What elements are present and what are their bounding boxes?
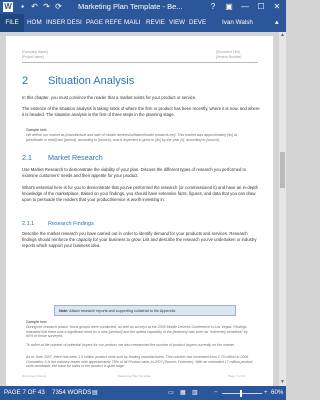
window-title: Marketing Plan Template - Be... bbox=[78, 2, 183, 11]
book-check-icon[interactable]: ▤ bbox=[92, 388, 98, 398]
sample-text-label: Sample text bbox=[26, 127, 47, 132]
help-button[interactable]: ? bbox=[206, 1, 220, 13]
page-count[interactable]: PAGE 7 OF 43 bbox=[4, 388, 45, 398]
tab-mailings[interactable]: MAILI bbox=[124, 17, 140, 29]
zoom-slider[interactable] bbox=[222, 393, 262, 394]
undo-icon[interactable]: ↶ bbox=[30, 2, 39, 12]
tab-developer[interactable]: DEVE bbox=[189, 17, 206, 29]
tab-insert[interactable]: INSER bbox=[46, 17, 65, 29]
sample-text-paragraph: We define our market as [manufacture and… bbox=[26, 133, 237, 142]
scrollbar-thumb[interactable] bbox=[280, 152, 285, 188]
header-version-number: [Version Number] bbox=[216, 55, 242, 59]
ribbon-display-options-button[interactable]: ▣ bbox=[222, 1, 236, 13]
note-callout: Note: Attach research reports and suppor… bbox=[54, 305, 236, 316]
zoom-slider-knob[interactable] bbox=[240, 390, 242, 397]
word-count[interactable]: 7354 WORDS bbox=[52, 388, 91, 398]
zoom-level[interactable]: 60% bbox=[271, 388, 283, 398]
footer-document-name: [Document Name] bbox=[22, 374, 47, 378]
research-findings-paragraph: Describe the market research you have ca… bbox=[22, 231, 257, 248]
subsubsection-title: Research Findings bbox=[48, 221, 94, 227]
web-layout-icon[interactable]: ▥ bbox=[192, 388, 198, 398]
collapse-ribbon-icon[interactable]: ▴ bbox=[275, 17, 279, 29]
section-heading: 2 Situation Analysis bbox=[22, 74, 134, 88]
zoom-in-button[interactable]: + bbox=[264, 388, 268, 398]
tab-home[interactable]: HOM bbox=[27, 17, 42, 29]
print-layout-icon[interactable]: ▦ bbox=[180, 388, 186, 398]
section-number: 2 bbox=[22, 75, 29, 87]
sample-paragraph-potential-buyers: To arrive at the number of potential buy… bbox=[26, 343, 235, 347]
scroll-down-icon[interactable]: ▼ bbox=[279, 379, 286, 386]
maximize-button[interactable]: ☐ bbox=[254, 1, 268, 13]
tab-file[interactable]: FILE bbox=[0, 14, 24, 32]
note-text: Note: Attach research reports and suppor… bbox=[59, 308, 176, 314]
read-mode-icon[interactable]: ▭ bbox=[168, 388, 174, 398]
header-project-name: [Project Name] bbox=[22, 55, 44, 59]
word-app-icon[interactable]: W bbox=[3, 2, 13, 12]
subsubsection-heading-research-findings: 2.1.1 Research Findings bbox=[22, 220, 94, 228]
tab-design[interactable]: DESI bbox=[67, 17, 82, 29]
document-workspace: [Company Name] [Project Name] [Document … bbox=[0, 32, 279, 386]
footer-center-text: Marketing Plan Template bbox=[118, 374, 151, 378]
scroll-up-icon[interactable]: ▲ bbox=[279, 32, 286, 39]
title-bar: W ▪ ↶ ↷ ⟳ Marketing Plan Template - Be..… bbox=[0, 0, 286, 14]
zoom-out-button[interactable]: − bbox=[214, 388, 218, 398]
sample-paragraph-focus-groups: During the research phase, focus groups … bbox=[26, 325, 248, 339]
document-page[interactable]: [Company Name] [Project Name] [Document … bbox=[6, 36, 273, 386]
refresh-icon[interactable]: ⟳ bbox=[54, 2, 63, 12]
status-bar: PAGE 7 OF 43 7354 WORDS ▤ ▭ ▦ ▥ − + 60% bbox=[0, 386, 286, 400]
essence-paragraph: The essence of the situation analysis is… bbox=[22, 106, 260, 117]
header-document-title: [Document Title] bbox=[216, 50, 240, 54]
user-name[interactable]: Ivan Walsh bbox=[222, 17, 253, 29]
minimize-button[interactable]: — bbox=[238, 1, 252, 13]
save-icon[interactable]: ▪ bbox=[18, 2, 27, 12]
subsubsection-number: 2.1.1 bbox=[22, 221, 35, 227]
section-title: Situation Analysis bbox=[48, 75, 135, 87]
tab-page-layout[interactable]: PAGE bbox=[86, 17, 103, 29]
subsection-number: 2.1 bbox=[22, 153, 32, 162]
close-button[interactable]: ✕ bbox=[270, 1, 284, 13]
sample-text-label-2: Sample text bbox=[26, 319, 47, 324]
redo-icon[interactable]: ↷ bbox=[42, 2, 51, 12]
vertical-scrollbar[interactable]: ▲ ▼ bbox=[279, 32, 286, 386]
header-divider bbox=[22, 62, 258, 63]
subsection-heading-market-research: 2.1 Market Research bbox=[22, 153, 103, 163]
header-company-name: [Company Name] bbox=[22, 50, 48, 54]
sample-paragraph-units-sold: As of June 2007, there has been 1.5 mill… bbox=[26, 355, 253, 369]
ribbon-tab-bar: FILE HOM INSER DESI PAGE REFE MAILI REVI… bbox=[0, 14, 286, 32]
tab-review[interactable]: REVIE bbox=[146, 17, 165, 29]
note-body: Attach research reports and supporting c… bbox=[69, 308, 177, 313]
tab-references[interactable]: REFE bbox=[105, 17, 122, 29]
intro-paragraph: In this chapter, you must convince the r… bbox=[22, 95, 197, 100]
note-label: Note: bbox=[59, 308, 69, 313]
subsection-title: Market Research bbox=[48, 153, 103, 162]
market-research-paragraph-1: Use Market Research to demonstrate the v… bbox=[22, 167, 247, 178]
market-research-paragraph-2: What's essential here is for you to demo… bbox=[22, 185, 258, 202]
tab-view[interactable]: VIEW bbox=[169, 17, 185, 29]
footer-page-number: Page 7 of 43 bbox=[228, 374, 246, 378]
